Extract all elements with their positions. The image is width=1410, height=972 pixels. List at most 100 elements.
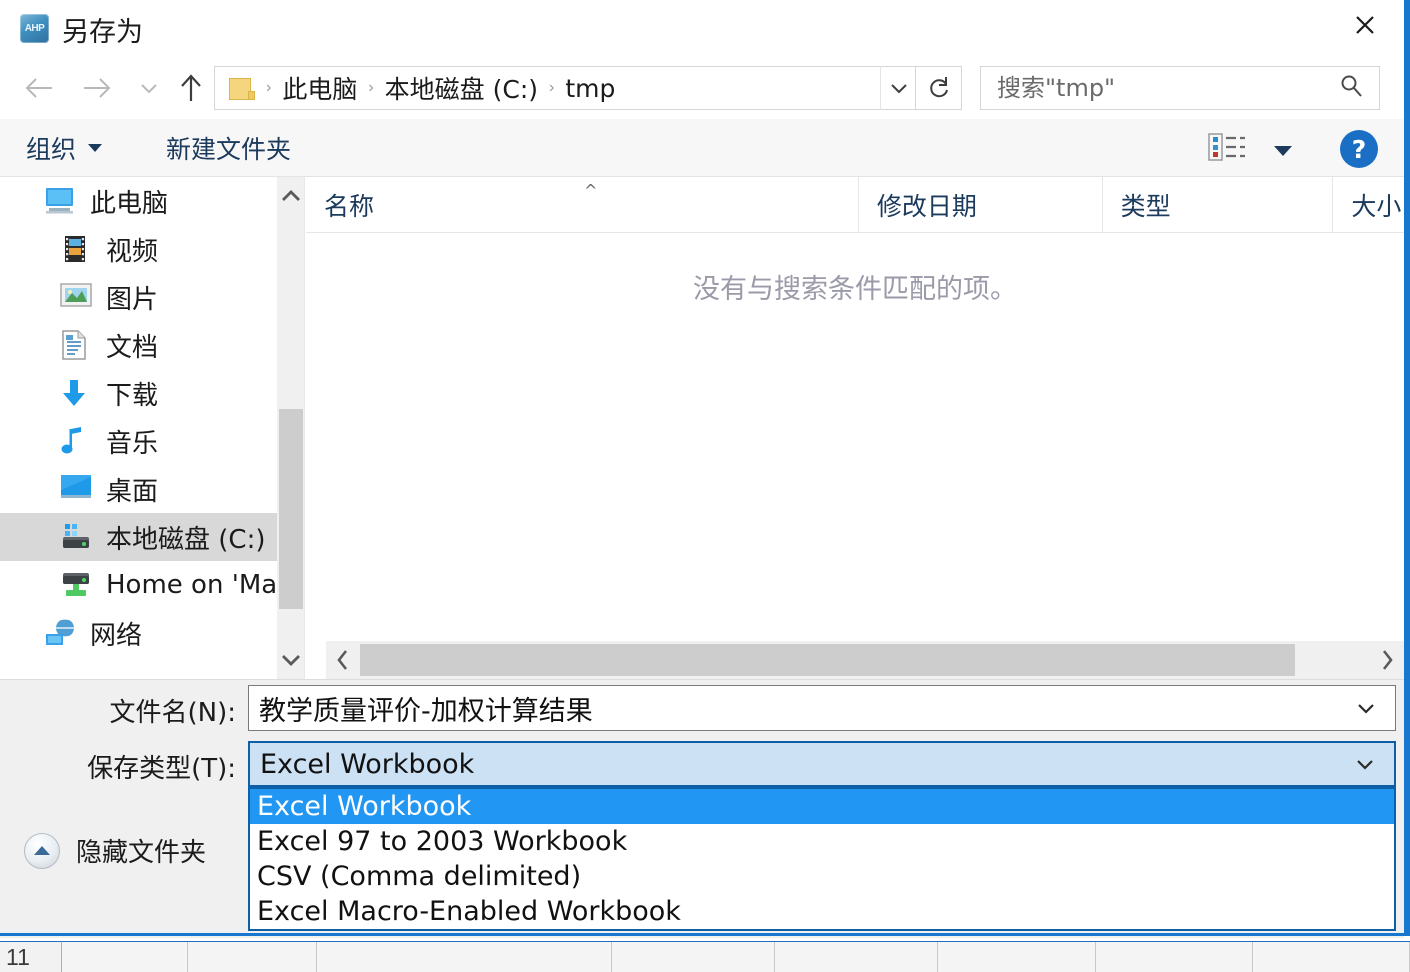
hide-folders-button[interactable]: 隐藏文件夹: [24, 832, 206, 869]
forward-button[interactable]: [78, 69, 116, 107]
option-label: Excel 97 to 2003 Workbook: [257, 826, 628, 857]
spreadsheet-cell: [612, 942, 776, 972]
music-icon: [60, 426, 92, 456]
chevron-down-icon: [1358, 704, 1374, 714]
column-header-date-modified[interactable]: 修改日期: [857, 177, 1102, 232]
filetype-value: Excel Workbook: [260, 748, 475, 780]
sort-ascending-icon: ^: [584, 181, 598, 200]
hscroll-right-button[interactable]: [1370, 641, 1404, 679]
filetype-option-macro-enabled[interactable]: Excel Macro-Enabled Workbook: [250, 894, 1394, 929]
breadcrumb-separator: ›: [549, 79, 555, 96]
search-icon: [1337, 72, 1365, 105]
column-label: 名称: [324, 191, 375, 221]
sidebar-item-videos[interactable]: 视频: [0, 225, 277, 273]
address-breadcrumb-bar[interactable]: › 此电脑 › 本地磁盘 (C:) › tmp: [214, 66, 916, 110]
organize-button[interactable]: 组织: [26, 119, 103, 176]
spreadsheet-cell: [187, 942, 318, 972]
dialog-body: 此电脑 视频 图片 文档 下载 音乐 桌面 本地磁盘 (C:) Home on …: [0, 177, 1404, 679]
triangle-up-icon: [24, 832, 60, 869]
breadcrumb-item-computer[interactable]: 此电脑: [282, 70, 357, 106]
filename-value: 教学质量评价-加权计算结果: [259, 695, 593, 727]
spreadsheet-cell: [775, 942, 939, 972]
sidebar-item-label: 本地磁盘 (C:): [106, 524, 266, 555]
spreadsheet-cell: [1252, 942, 1410, 972]
sidebar-item-network[interactable]: 网络: [0, 609, 277, 657]
filename-dropdown-button[interactable]: [1353, 700, 1379, 716]
column-headers: 名称 ^ 修改日期 类型 大小: [306, 177, 1404, 233]
refresh-icon: [929, 77, 948, 98]
file-list-horizontal-scrollbar[interactable]: [326, 641, 1404, 679]
network-drive-icon: [60, 570, 92, 600]
view-mode-button[interactable]: [1208, 133, 1246, 161]
column-header-type[interactable]: 类型: [1101, 177, 1333, 232]
sidebar-item-this-pc[interactable]: 此电脑: [0, 177, 277, 225]
view-mode-dropdown[interactable]: [1274, 146, 1292, 156]
document-icon: [60, 330, 92, 360]
organize-label: 组织: [26, 134, 77, 164]
sidebar-item-label: 文档: [106, 332, 159, 363]
back-button[interactable]: [20, 69, 58, 107]
navigation-sidebar: 此电脑 视频 图片 文档 下载 音乐 桌面 本地磁盘 (C:) Home on …: [0, 177, 277, 679]
chevron-right-icon: [1382, 650, 1393, 670]
address-dropdown-button[interactable]: [880, 66, 916, 110]
dialog-title: 另存为: [62, 17, 143, 48]
search-input[interactable]: [995, 73, 1309, 103]
search-box[interactable]: [980, 66, 1380, 110]
filetype-option-excel-workbook[interactable]: Excel Workbook: [250, 789, 1394, 824]
app-icon: AHP: [20, 14, 49, 43]
breadcrumb-separator: ›: [266, 79, 272, 96]
breadcrumb-item-tmp[interactable]: tmp: [565, 74, 615, 103]
sidebar-scrollbar[interactable]: [277, 177, 305, 679]
spreadsheet-cell: [62, 942, 188, 972]
filetype-dropdown-list[interactable]: Excel Workbook Excel 97 to 2003 Workbook…: [248, 787, 1396, 931]
column-header-size[interactable]: 大小: [1332, 177, 1404, 232]
sidebar-item-home-on-mac[interactable]: Home on 'Mac: [0, 561, 277, 609]
refresh-button[interactable]: [916, 66, 962, 110]
scroll-up-button[interactable]: [277, 181, 305, 211]
arrow-right-icon: [84, 78, 111, 98]
sidebar-item-music[interactable]: 音乐: [0, 417, 277, 465]
breadcrumb-item-local-disk[interactable]: 本地磁盘 (C:): [385, 70, 538, 106]
chevron-down-icon: [1357, 760, 1373, 770]
filetype-combobox[interactable]: Excel Workbook: [248, 741, 1396, 787]
chevron-down-icon: [88, 143, 103, 152]
filetype-option-csv[interactable]: CSV (Comma delimited): [250, 859, 1394, 894]
column-header-name[interactable]: 名称 ^: [306, 177, 858, 232]
close-button[interactable]: [1334, 0, 1396, 50]
desktop-icon: [60, 474, 92, 504]
help-button[interactable]: ?: [1340, 130, 1378, 168]
hscroll-thumb[interactable]: [360, 644, 1295, 676]
scrollbar-thumb[interactable]: [279, 409, 303, 609]
sidebar-item-desktop[interactable]: 桌面: [0, 465, 277, 513]
filetype-dropdown-button[interactable]: [1352, 756, 1378, 772]
sidebar-item-downloads[interactable]: 下载: [0, 369, 277, 417]
picture-icon: [60, 282, 92, 312]
option-label: Excel Macro-Enabled Workbook: [257, 896, 681, 927]
chevron-left-icon: [337, 650, 348, 670]
monitor-icon: [44, 186, 76, 216]
spreadsheet-cell: [1095, 942, 1253, 972]
sidebar-item-local-disk-c[interactable]: 本地磁盘 (C:): [0, 513, 277, 561]
sidebar-item-label: 下载: [106, 380, 159, 411]
up-button[interactable]: [172, 69, 210, 107]
option-label: Excel Workbook: [257, 791, 472, 822]
save-as-dialog: AHP 另存为 › 此电脑 › 本地磁盘 (C:) › tmp 搜索"tmp" …: [0, 0, 1410, 938]
sidebar-item-documents[interactable]: 文档: [0, 321, 277, 369]
new-folder-button[interactable]: 新建文件夹: [166, 119, 291, 176]
empty-state-message: 没有与搜索条件匹配的项。: [693, 274, 1017, 305]
save-form-area: 文件名(N): 教学质量评价-加权计算结果 保存类型(T): Excel Wor…: [0, 679, 1404, 938]
hscroll-track[interactable]: [360, 641, 1370, 679]
hide-folders-label: 隐藏文件夹: [76, 838, 207, 868]
hscroll-left-button[interactable]: [326, 641, 360, 679]
recent-locations-button[interactable]: [130, 69, 168, 107]
scroll-down-button[interactable]: [277, 645, 305, 675]
new-folder-label: 新建文件夹: [166, 134, 292, 164]
dialog-bottom-edge: [0, 933, 1404, 936]
column-label: 修改日期: [876, 191, 977, 221]
filename-field[interactable]: 教学质量评价-加权计算结果: [248, 685, 1396, 731]
sidebar-item-label: 音乐: [106, 428, 159, 459]
spreadsheet-cell: [938, 942, 1096, 972]
list-view-icon: [1208, 133, 1245, 161]
filetype-option-excel-97-2003[interactable]: Excel 97 to 2003 Workbook: [250, 824, 1394, 859]
sidebar-item-pictures[interactable]: 图片: [0, 273, 277, 321]
